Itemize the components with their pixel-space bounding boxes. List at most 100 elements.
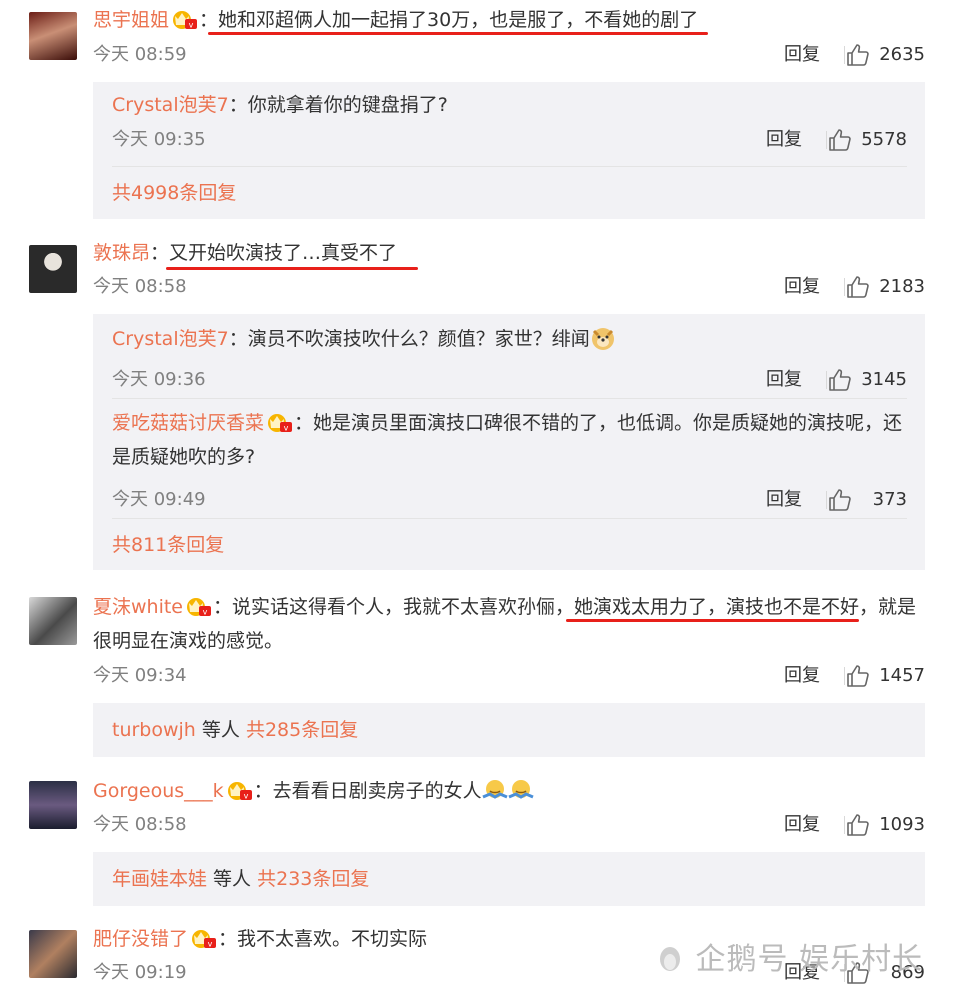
view-all-replies-link[interactable]: turbowjh 等人 共285条回复 (112, 715, 358, 745)
thumbs-up-icon[interactable] (846, 813, 870, 837)
reply-button[interactable]: 回复 (784, 272, 820, 302)
separator: ： (294, 412, 314, 434)
like-count: 1093 (879, 814, 925, 835)
highlight-underline (566, 619, 859, 622)
like-count: 373 (872, 489, 907, 510)
comment-text-line: 夏沫white ：说实话这得看个人，我就不太喜欢孙俪，她演戏太用力了，演技也不是不… (93, 590, 925, 658)
separator: ： (228, 328, 248, 350)
reply-box: Crystal泡芙7：演员不吹演技吹什么？颜值？家世？绯闻 今天 09:36 回… (93, 314, 925, 570)
reply-button[interactable]: 回复 (766, 125, 802, 155)
shrug-emoji-icon (508, 780, 534, 799)
thumbs-up-icon[interactable] (846, 43, 870, 67)
username-link[interactable]: turbowjh (112, 719, 196, 741)
reply-button[interactable]: 回复 (766, 485, 802, 515)
thumbs-up-icon[interactable] (846, 664, 870, 688)
like-count: 3145 (861, 369, 907, 390)
highlight-underline (208, 32, 708, 35)
sub-reply-text-line: 爱吃菇菇讨厌香菜 ：她是演员里面演技口碑很不错的了，也低调。你是质疑她的演技呢，还… (112, 406, 907, 474)
timestamp: 今天 08:59 (93, 44, 187, 65)
reply-button[interactable]: 回复 (784, 810, 820, 840)
thumbs-up-icon[interactable] (846, 275, 870, 299)
username-link[interactable]: 敦珠昂 (93, 242, 150, 264)
username-link[interactable]: 思宇姐姐 (93, 9, 169, 31)
sub-reply-meta: 今天 09:49 回复 373 (112, 485, 907, 515)
divider-line (112, 518, 907, 519)
sub-reply-meta: 今天 09:36 回复 3145 (112, 365, 907, 395)
doge-emoji-icon (591, 328, 614, 350)
thumbs-up-icon[interactable] (828, 128, 852, 152)
comment-meta: 今天 08:58 回复 2183 (93, 272, 925, 302)
vip-crown-badge-icon (170, 8, 198, 30)
divider (826, 491, 827, 509)
watermark-text: 企鹅号 娱乐村长 (695, 942, 924, 977)
like-count: 5578 (861, 129, 907, 150)
comment-text: 我不太喜欢。不切实际 (237, 928, 428, 950)
divider (826, 131, 827, 149)
penguin-logo-icon (660, 947, 680, 971)
separator: ： (150, 242, 170, 264)
divider-line (112, 166, 907, 167)
username-link[interactable]: 夏沫white (93, 596, 183, 618)
timestamp: 今天 08:58 (93, 814, 187, 835)
view-all-replies-link[interactable]: 共4998条回复 (112, 178, 236, 208)
thumbs-up-icon[interactable] (828, 368, 852, 392)
like-count: 2183 (879, 276, 925, 297)
sub-reply-text-line: Crystal泡芙7：你就拿着你的键盘捐了? (112, 88, 907, 122)
divider (844, 46, 845, 64)
username-link[interactable]: Gorgeous___k (93, 780, 224, 802)
timestamp: 今天 09:49 (112, 489, 206, 510)
timestamp: 今天 08:58 (93, 276, 187, 297)
watermark: 企鹅号 娱乐村长 (655, 934, 923, 978)
vip-crown-badge-icon (184, 595, 212, 617)
separator: ： (253, 780, 273, 802)
timestamp: 今天 09:35 (112, 129, 206, 150)
comment-text-line: 敦珠昂：又开始吹演技了…真受不了 (93, 236, 925, 270)
comment-meta: 今天 08:58 回复 1093 (93, 810, 925, 840)
vip-crown-badge-icon (189, 927, 217, 949)
avatar[interactable] (29, 12, 77, 60)
reply-button[interactable]: 回复 (784, 661, 820, 691)
timestamp: 今天 09:34 (93, 665, 187, 686)
divider (844, 816, 845, 834)
more-replies-text[interactable]: 共811条回复 (112, 534, 224, 556)
more-replies-text[interactable]: 共4998条回复 (112, 182, 236, 204)
reply-text: 演员不吹演技吹什么？颜值？家世？绯闻 (247, 328, 590, 350)
sub-reply-meta: 今天 09:35 回复 5578 (112, 125, 907, 155)
thumbs-up-icon[interactable] (828, 488, 852, 512)
highlight-underline (166, 267, 418, 270)
more-replies-mid: 等人 (207, 868, 258, 890)
more-replies-text[interactable]: 共285条回复 (246, 719, 358, 741)
reply-box: Crystal泡芙7：你就拿着你的键盘捐了? 今天 09:35 回复 5578 … (93, 82, 925, 219)
username-link[interactable]: Crystal泡芙7 (112, 94, 229, 116)
comment-meta: 今天 09:34 回复 1457 (93, 661, 925, 691)
comment-text-line: Gorgeous___k ：去看看日剧卖房子的女人 (93, 774, 925, 808)
timestamp: 今天 09:19 (93, 962, 187, 983)
shrug-emoji-icon (482, 780, 508, 799)
view-all-replies-link[interactable]: 共811条回复 (112, 530, 224, 560)
separator: ： (228, 94, 248, 116)
divider (826, 371, 827, 389)
reply-box: 年画娃本娃 等人 共233条回复 (93, 852, 925, 906)
username-link[interactable]: Crystal泡芙7 (112, 328, 229, 350)
view-all-replies-link[interactable]: 年画娃本娃 等人 共233条回复 (112, 864, 369, 894)
username-link[interactable]: 肥仔没错了 (93, 928, 188, 950)
avatar[interactable] (29, 245, 77, 293)
divider (844, 667, 845, 685)
vip-crown-badge-icon (265, 411, 293, 433)
divider (844, 278, 845, 296)
reply-button[interactable]: 回复 (766, 365, 802, 395)
avatar[interactable] (29, 781, 77, 829)
comment-meta: 今天 08:59 回复 2635 (93, 40, 925, 70)
comment-text: 又开始吹演技了…真受不了 (169, 242, 398, 264)
comment-text: 她和邓超俩人加一起捐了30万，也是服了，不看她的剧了 (218, 9, 699, 31)
sub-reply-text-line: Crystal泡芙7：演员不吹演技吹什么？颜值？家世？绯闻 (112, 322, 907, 356)
more-replies-text[interactable]: 共233条回复 (257, 868, 369, 890)
avatar[interactable] (29, 597, 77, 645)
vip-crown-badge-icon (225, 779, 253, 801)
avatar[interactable] (29, 930, 77, 978)
more-replies-mid: 等人 (195, 719, 246, 741)
separator: ： (213, 596, 233, 618)
username-link[interactable]: 年画娃本娃 (112, 868, 207, 890)
reply-button[interactable]: 回复 (784, 40, 820, 70)
username-link[interactable]: 爱吃菇菇讨厌香菜 (112, 412, 264, 434)
